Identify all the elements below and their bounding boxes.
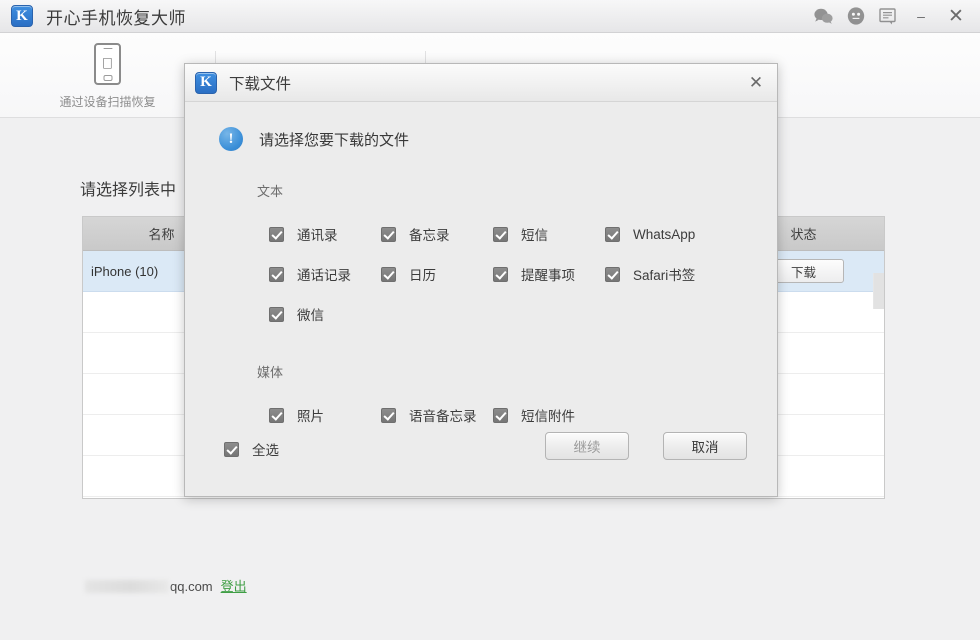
select-all-label: 全选 bbox=[252, 443, 279, 458]
dialog-title: 下载文件 bbox=[229, 75, 292, 93]
checkbox-checked-icon[interactable] bbox=[224, 441, 239, 457]
info-icon: ! bbox=[219, 127, 243, 151]
checkbox-whatsapp[interactable]: WhatsApp bbox=[605, 214, 717, 254]
checkbox-checked-icon[interactable] bbox=[493, 266, 508, 282]
dialog-logo-icon: K bbox=[195, 71, 217, 94]
checkbox-call-history[interactable]: 通话记录 bbox=[269, 254, 381, 294]
checkbox-wechat[interactable]: 微信 bbox=[269, 294, 381, 334]
checkbox-label: 备忘录 bbox=[409, 228, 450, 243]
checkbox-notes[interactable]: 备忘录 bbox=[381, 214, 493, 254]
group-label-text: 文本 bbox=[257, 184, 284, 199]
dialog-footer: 全选 继续 取消 bbox=[185, 422, 777, 496]
checkbox-checked-icon[interactable] bbox=[493, 407, 508, 423]
dialog-close-icon[interactable]: ✕ bbox=[747, 73, 765, 92]
checkbox-checked-icon[interactable] bbox=[493, 226, 508, 242]
dialog-prompt: ! 请选择您要下载的文件 bbox=[219, 127, 777, 151]
checkbox-label: 短信 bbox=[521, 228, 548, 243]
checkbox-checked-icon[interactable] bbox=[605, 266, 620, 282]
checkbox-label: 日历 bbox=[409, 268, 436, 283]
checkbox-label: Safari书签 bbox=[633, 268, 696, 283]
checkbox-checked-icon[interactable] bbox=[605, 226, 620, 242]
checkbox-safari-bookmarks[interactable]: Safari书签 bbox=[605, 254, 717, 294]
checkbox-sms[interactable]: 短信 bbox=[493, 214, 605, 254]
checkbox-checked-icon[interactable] bbox=[381, 226, 396, 242]
checkbox-checked-icon[interactable] bbox=[381, 407, 396, 423]
checkbox-label: 通讯录 bbox=[297, 228, 338, 243]
download-files-dialog: K 下载文件 ✕ ! 请选择您要下载的文件 文本 通讯录 备忘录 短信 What… bbox=[184, 63, 778, 497]
checkbox-label: 通话记录 bbox=[297, 268, 351, 283]
group-label-media: 媒体 bbox=[257, 365, 284, 380]
checkbox-label: WhatsApp bbox=[633, 226, 696, 242]
dialog-title-bar: K 下载文件 ✕ bbox=[185, 64, 777, 102]
checkbox-checked-icon[interactable] bbox=[269, 226, 284, 242]
checkbox-calendar[interactable]: 日历 bbox=[381, 254, 493, 294]
checkbox-checked-icon[interactable] bbox=[269, 266, 284, 282]
dialog-prompt-text: 请选择您要下载的文件 bbox=[259, 131, 410, 149]
continue-button[interactable]: 继续 bbox=[545, 432, 629, 460]
checkbox-contacts[interactable]: 通讯录 bbox=[269, 214, 381, 254]
checkbox-checked-icon[interactable] bbox=[269, 407, 284, 423]
checkbox-checked-icon[interactable] bbox=[381, 266, 396, 282]
checkbox-label: 提醒事项 bbox=[521, 268, 575, 283]
text-category-grid: 通讯录 备忘录 短信 WhatsApp 通话记录 日历 提醒事项 Safari书… bbox=[269, 214, 777, 334]
cancel-button[interactable]: 取消 bbox=[663, 432, 747, 460]
checkbox-select-all[interactable]: 全选 bbox=[224, 439, 279, 459]
checkbox-checked-icon[interactable] bbox=[269, 306, 284, 322]
checkbox-reminders[interactable]: 提醒事项 bbox=[493, 254, 605, 294]
checkbox-label: 微信 bbox=[297, 308, 324, 323]
application-window: K 开心手机恢复大师 – ✕ 通过设备扫描恢复 请选择列表中 名称 状态 iPh… bbox=[0, 0, 980, 640]
